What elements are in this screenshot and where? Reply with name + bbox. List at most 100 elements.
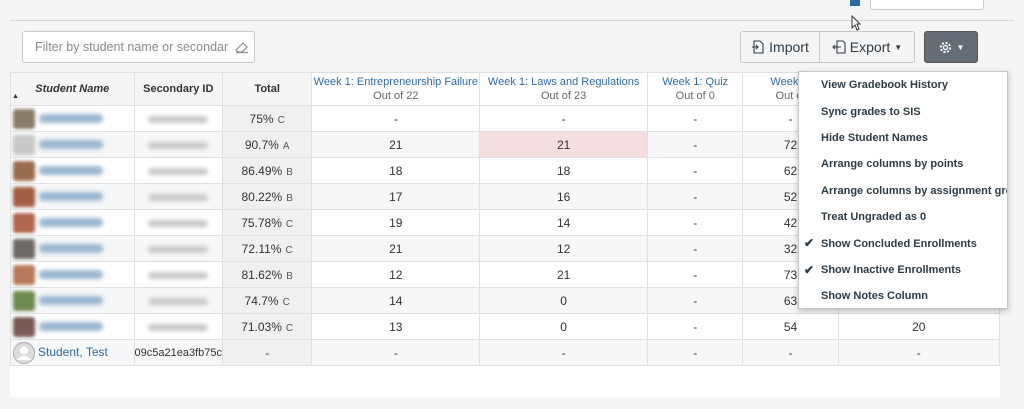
export-button[interactable]: Export ▼ (819, 31, 915, 63)
column-header-total[interactable]: Total (221, 72, 313, 106)
assignment-title[interactable]: Week 1: Laws and Regulations (488, 76, 639, 88)
total-percent: 71.03% (241, 319, 282, 334)
total-percent: 80.22% (241, 189, 283, 204)
student-name-link[interactable] (39, 140, 103, 149)
student-name-link[interactable]: Student, Test (38, 345, 108, 359)
secondary-id-cell (133, 209, 224, 236)
grade-cell[interactable]: - (479, 105, 648, 132)
grade-cell[interactable]: - (646, 131, 744, 158)
grade-cell[interactable]: 14 (479, 209, 648, 236)
assignment-title[interactable]: Week 1: Quiz (662, 76, 728, 88)
grade-cell[interactable]: 21 (479, 131, 648, 158)
grade-cell[interactable]: - (646, 261, 744, 288)
chevron-down-icon: ▼ (956, 42, 965, 52)
grade-cell[interactable]: - (837, 339, 1000, 366)
student-name-header-label: Student Name (35, 83, 110, 95)
secondary-id-cell (133, 235, 224, 262)
grade-cell[interactable]: - (646, 235, 744, 262)
total-cell: 86.49% B (221, 157, 313, 184)
grade-cell[interactable]: - (311, 105, 481, 132)
grade-cell[interactable]: 16 (479, 183, 648, 210)
menu-item-label: Show Inactive Enrollments (821, 263, 961, 276)
student-name-link[interactable] (39, 114, 103, 123)
grade-cell[interactable]: - (646, 157, 744, 184)
grade-cell[interactable]: - (311, 339, 481, 366)
eraser-icon[interactable] (234, 40, 250, 54)
menu-item[interactable]: ✔ Show Concluded Enrollments (799, 230, 1007, 256)
student-name-cell[interactable] (10, 313, 135, 340)
student-name-link[interactable] (39, 218, 103, 227)
import-button[interactable]: Import (740, 31, 820, 63)
menu-item-label: Sync grades to SIS (821, 105, 921, 118)
column-header-assignment[interactable]: Week 1: Laws and Regulations Out of 23 (479, 72, 648, 106)
grade-cell[interactable]: 0 (479, 287, 648, 314)
table-row: 71.03% C 13 0-54 20 (10, 313, 1000, 340)
grade-cell[interactable]: - (646, 105, 744, 132)
sort-ascending-icon[interactable]: ▲ (12, 93, 19, 100)
total-percent: 86.49% (241, 163, 283, 178)
student-name-link[interactable] (39, 270, 103, 279)
grade-cell[interactable]: 19 (311, 209, 481, 236)
grade-cell[interactable]: 17 (311, 183, 481, 210)
grade-cell[interactable]: 13 (311, 313, 481, 340)
column-header-assignment[interactable]: Week 1: Quiz Out of 0 (646, 72, 744, 106)
grade-cell[interactable]: 14 (311, 287, 481, 314)
grade-cell[interactable]: 20 (837, 313, 1000, 340)
menu-item[interactable]: Treat Ungraded as 0 (799, 204, 1007, 230)
student-name-cell[interactable] (10, 183, 135, 210)
menu-item[interactable]: Arrange columns by assignment grou (799, 178, 1007, 204)
total-percent: 74.7% (244, 293, 279, 308)
student-name-link[interactable] (39, 166, 103, 175)
student-name-link[interactable] (39, 192, 103, 201)
student-name-cell[interactable] (10, 131, 135, 158)
grade-cell[interactable]: 12 (311, 261, 481, 288)
assignment-points: Out of 22 (373, 90, 419, 102)
secondary-id-cell (133, 261, 224, 288)
grade-cell[interactable]: - (646, 313, 744, 340)
secondary-id-cell (133, 157, 224, 184)
menu-item[interactable]: Arrange columns by points (799, 151, 1007, 177)
menu-item-label: Arrange columns by assignment grou (821, 184, 1007, 197)
grade-cell[interactable]: 21 (311, 235, 481, 262)
gradebook-settings-button[interactable]: ▼ (924, 31, 978, 63)
import-label: Import (769, 39, 809, 55)
grade-cell[interactable]: - (646, 287, 744, 314)
grade-cell[interactable]: - (742, 339, 839, 366)
grade-cell[interactable]: 18 (479, 157, 648, 184)
student-name-cell[interactable] (10, 235, 135, 262)
grade-cell[interactable]: - (646, 339, 744, 366)
grade-cell[interactable]: 54 (742, 313, 839, 340)
menu-item[interactable]: View Gradebook History (799, 72, 1007, 98)
total-cell: 80.22% B (221, 183, 313, 210)
column-header-secondary-id[interactable]: Secondary ID (133, 72, 224, 106)
column-header-assignment[interactable]: Week 1: Entrepreneurship Failure Out of 2… (311, 72, 481, 106)
top-control[interactable] (870, 0, 984, 10)
menu-item[interactable]: Hide Student Names (799, 125, 1007, 151)
grade-cell[interactable]: 21 (479, 261, 648, 288)
student-name-cell[interactable] (10, 287, 135, 314)
column-header-student-name[interactable]: Student Name (10, 72, 135, 106)
grade-cell[interactable]: 12 (479, 235, 648, 262)
menu-item[interactable]: Show Notes Column (799, 283, 1007, 309)
student-name-cell[interactable]: Student, Test (10, 339, 135, 366)
secondary-id-value (148, 167, 209, 175)
menu-item[interactable]: ✔ Show Inactive Enrollments (799, 257, 1007, 283)
assignment-title[interactable]: Week 1: Entrepreneurship Failure (314, 76, 478, 88)
grade-cell[interactable]: - (646, 183, 744, 210)
menu-item[interactable]: Sync grades to SIS (799, 98, 1007, 124)
student-name-link[interactable] (39, 296, 103, 305)
student-name-cell[interactable] (10, 209, 135, 236)
student-name-cell[interactable] (10, 105, 135, 132)
student-name-link[interactable] (39, 244, 103, 253)
grade-cell[interactable]: - (479, 339, 648, 366)
student-name-cell[interactable] (10, 261, 135, 288)
student-name-link[interactable] (39, 322, 103, 331)
secondary-id-value (148, 115, 209, 123)
grade-cell[interactable]: 18 (311, 157, 481, 184)
grade-cell[interactable]: 21 (311, 131, 481, 158)
student-name-cell[interactable] (10, 157, 135, 184)
grade-cell[interactable]: 0 (479, 313, 648, 340)
gradebook-settings-menu: View Gradebook History Sync grades to SIS… (798, 71, 1008, 309)
grade-cell[interactable]: - (646, 209, 744, 236)
student-filter-input[interactable] (22, 31, 255, 63)
